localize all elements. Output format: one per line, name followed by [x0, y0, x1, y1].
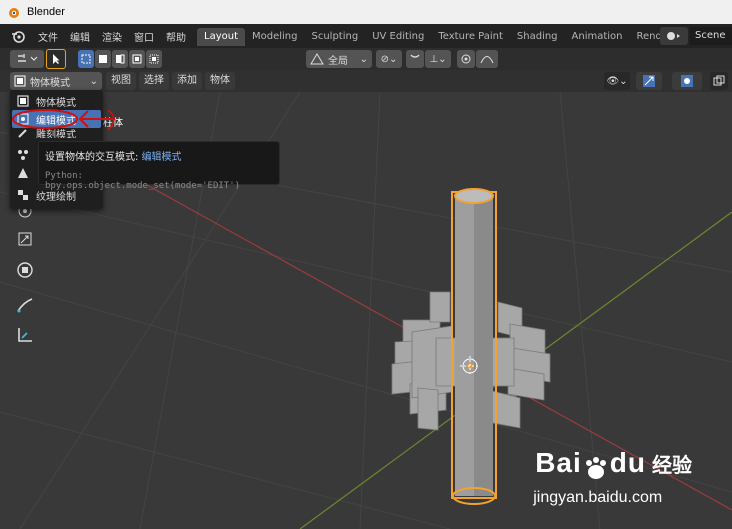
- measure-tool-icon[interactable]: [12, 322, 38, 348]
- main-menu: 文件 编辑 渲染 窗口 帮助: [32, 29, 192, 44]
- viewport-menus: 视图 选择 添加 物体: [106, 72, 238, 90]
- tooltip-text: 设置物体的交互模式:: [45, 152, 142, 163]
- scene-selector: Scene: [660, 27, 732, 45]
- annotation-circle-arrow: [12, 109, 115, 131]
- tab-layout[interactable]: Layout: [197, 28, 245, 46]
- menu-render[interactable]: 渲染: [96, 29, 128, 44]
- menu-view[interactable]: 视图: [106, 72, 136, 90]
- viewport-header: 物体模式 ⌄ 视图 选择 添加 物体 👁⌄: [0, 70, 732, 92]
- tooltip-value: 编辑模式: [141, 152, 182, 163]
- snap-toggle-icon[interactable]: [406, 50, 424, 68]
- transform-gizmo-tool-icon[interactable]: [12, 257, 38, 283]
- texture-paint-icon: [16, 188, 30, 202]
- tab-sculpting[interactable]: Sculpting: [305, 28, 366, 46]
- annotate-tool-icon[interactable]: [12, 292, 38, 318]
- blender-logo-icon: [9, 8, 19, 18]
- menu-select[interactable]: 选择: [139, 72, 169, 90]
- baidu-watermark: Bai du 经验 jingyan.baidu.com: [533, 447, 692, 506]
- mode-select-label: 物体模式: [30, 77, 70, 89]
- select-intersect-icon[interactable]: [146, 50, 162, 68]
- watermark-url: jingyan.baidu.com: [533, 489, 663, 506]
- tab-modeling[interactable]: Modeling: [245, 28, 305, 46]
- tab-uv-editing[interactable]: UV Editing: [365, 28, 431, 46]
- menu-object[interactable]: 物体: [205, 72, 235, 90]
- blender-menu-icon[interactable]: [8, 26, 28, 46]
- snap-target-select[interactable]: ⊥⌄: [425, 50, 451, 68]
- watermark-brand: Bai: [535, 447, 582, 478]
- menu-add[interactable]: 添加: [172, 72, 202, 90]
- paw-icon: [582, 457, 610, 481]
- watermark-cn: 经验: [652, 453, 692, 477]
- tab-animation[interactable]: Animation: [565, 28, 630, 46]
- vertex-paint-icon: [16, 148, 30, 162]
- menu-help[interactable]: 帮助: [160, 29, 192, 44]
- cylinder-mesh: [451, 188, 497, 505]
- select-invert-icon[interactable]: [129, 50, 145, 68]
- select-extend-icon[interactable]: [95, 50, 111, 68]
- chevron-down-icon: ⌄: [359, 53, 368, 65]
- visibility-icon[interactable]: 👁⌄: [604, 72, 630, 90]
- watermark-brand-suffix: du: [609, 447, 646, 478]
- scene-icon[interactable]: [660, 27, 688, 45]
- snap-icon: ⊥⌄: [429, 53, 447, 65]
- workspace-tabs: Layout Modeling Sculpting UV Editing Tex…: [197, 28, 695, 46]
- tool-settings-button[interactable]: [10, 50, 44, 68]
- blender-topbar: 文件 编辑 渲染 窗口 帮助 Layout Modeling Sculpting…: [0, 24, 732, 48]
- menu-file[interactable]: 文件: [32, 29, 64, 44]
- overlays-toggle-icon[interactable]: [672, 72, 702, 90]
- object-mode-icon: [14, 75, 26, 87]
- link-icon: ⊘⌄: [380, 53, 398, 65]
- falloff-select-icon[interactable]: [476, 50, 498, 68]
- gizmo-toggle-icon[interactable]: [636, 72, 662, 90]
- select-new-icon[interactable]: [78, 50, 94, 68]
- proportional-edit-icon[interactable]: [457, 50, 475, 68]
- tab-texture-paint[interactable]: Texture Paint: [431, 28, 510, 46]
- window-titlebar: Blender: [0, 0, 732, 24]
- mode-tooltip: 设置物体的交互模式: 编辑模式 Python: bpy.ops.object.m…: [38, 141, 280, 191]
- scale-box-tool-icon[interactable]: [12, 226, 38, 252]
- tooltip-python: Python: bpy.ops.object.mode_set(mode='ED…: [45, 171, 241, 191]
- select-tool-button[interactable]: [46, 49, 66, 69]
- weight-paint-icon: [16, 166, 30, 180]
- chevron-down-icon: ⌄: [89, 75, 98, 87]
- window-title: Blender: [27, 6, 65, 18]
- xray-toggle-icon[interactable]: [710, 72, 728, 90]
- tooltip-description: 设置物体的交互模式: 编辑模式: [45, 148, 273, 163]
- transform-orientation-label: 全局: [328, 55, 348, 67]
- menu-window[interactable]: 窗口: [128, 29, 160, 44]
- scene-name-field[interactable]: Scene: [690, 27, 732, 45]
- select-subtract-icon[interactable]: [112, 50, 128, 68]
- tool-header: 全局 ⌄ ⊘⌄ ⊥⌄: [0, 48, 732, 70]
- mode-select[interactable]: 物体模式 ⌄: [10, 72, 102, 90]
- menu-edit[interactable]: 编辑: [64, 29, 96, 44]
- orientation-icon: [310, 53, 324, 65]
- pivot-point-button[interactable]: ⊘⌄: [376, 50, 402, 68]
- transform-orientation-select[interactable]: 全局 ⌄: [306, 50, 372, 68]
- tab-shading[interactable]: Shading: [510, 28, 565, 46]
